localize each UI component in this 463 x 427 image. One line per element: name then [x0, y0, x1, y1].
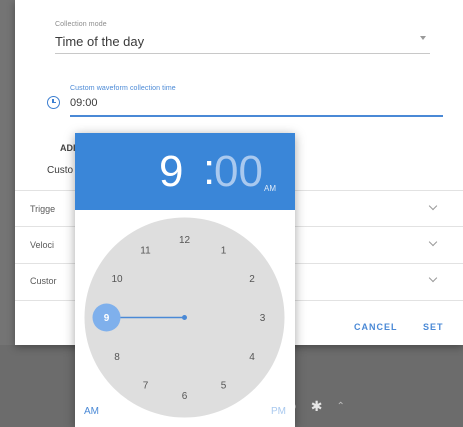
gear-icon[interactable]: ✱ — [311, 398, 323, 415]
dial-number-6[interactable]: 6 — [182, 391, 188, 402]
collection-mode-underline — [55, 53, 430, 54]
chevron-up-icon[interactable]: ⌃ — [336, 401, 344, 412]
row-velocity-label[interactable]: Veloci — [30, 240, 54, 250]
dial-number-2[interactable]: 2 — [249, 274, 255, 285]
dial-number-10[interactable]: 10 — [111, 274, 123, 285]
dial-number-5[interactable]: 5 — [221, 381, 227, 392]
custom-time-underline — [70, 115, 443, 117]
time-picker-header: 9 : 00 AM — [75, 133, 295, 210]
dial-number-7[interactable]: 7 — [143, 381, 149, 392]
dial-number-1[interactable]: 1 — [221, 246, 227, 257]
custom-time-label: Custom waveform collection time — [70, 85, 176, 92]
set-button[interactable]: SET — [423, 322, 444, 332]
dial-number-3[interactable]: 3 — [260, 313, 266, 324]
clock-center — [182, 315, 187, 320]
dropdown-caret-icon[interactable] — [420, 36, 426, 40]
hour-display[interactable]: 9 — [159, 150, 183, 194]
section-heading: ADI — [60, 143, 76, 153]
dial-number-12[interactable]: 12 — [179, 235, 191, 246]
minute-display[interactable]: 00 — [214, 150, 263, 194]
pm-button[interactable]: PM — [271, 406, 286, 417]
section-custom-label: Custo — [47, 165, 74, 176]
collection-mode-label: Collection mode — [55, 21, 107, 28]
time-picker: 9 : 00 AM 12 1 2 3 4 5 6 7 8 9 10 11 AM PM — [75, 133, 295, 427]
clock-dial[interactable]: 121234567891011 — [84, 217, 285, 418]
dial-number-8[interactable]: 8 — [114, 352, 120, 363]
custom-time-input[interactable]: 09:00 — [70, 97, 98, 109]
am-button[interactable]: AM — [84, 406, 99, 417]
collection-mode-select[interactable]: Time of the day — [55, 34, 144, 49]
row-custom-label[interactable]: Custor — [30, 276, 57, 286]
dial-number-11[interactable]: 11 — [140, 246, 151, 257]
clock-icon — [47, 96, 60, 109]
cancel-button[interactable]: CANCEL — [354, 322, 398, 332]
dial-number-9[interactable]: 9 — [104, 313, 110, 324]
period-display[interactable]: AM — [264, 184, 276, 193]
dial-number-4[interactable]: 4 — [249, 352, 255, 363]
row-trigger-label[interactable]: Trigge — [30, 204, 55, 214]
